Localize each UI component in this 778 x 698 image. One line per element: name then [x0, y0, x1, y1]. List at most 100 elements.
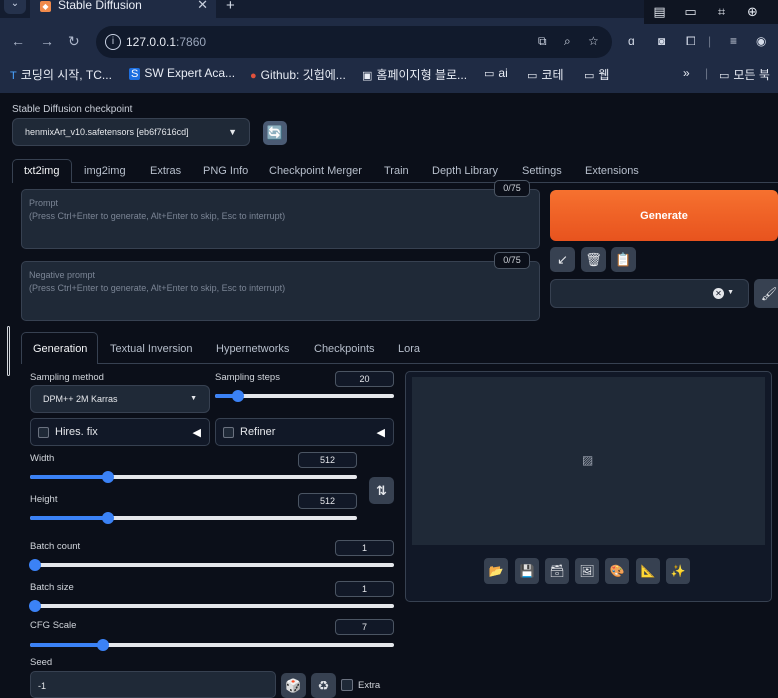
- site-info-icon[interactable]: i: [105, 34, 121, 50]
- width-input[interactable]: 512: [298, 452, 357, 468]
- bookmark-item[interactable]: ● Github: 깃헙에...: [250, 66, 346, 83]
- tab-textual-inversion[interactable]: Textual Inversion: [110, 343, 193, 355]
- negative-prompt-input[interactable]: Negative prompt (Press Ctrl+Enter to gen…: [21, 261, 540, 321]
- prompt-input[interactable]: Prompt (Press Ctrl+Enter to generate, Al…: [21, 189, 540, 249]
- tab-train[interactable]: Train: [384, 165, 409, 177]
- tab-search-button[interactable]: ⌄: [4, 0, 26, 14]
- sampling-steps-slider[interactable]: [215, 390, 394, 402]
- puzzle-icon[interactable]: ⧠: [686, 34, 696, 49]
- send-to-inpaint-button[interactable]: 🎨: [605, 558, 629, 584]
- zip-button[interactable]: 🗃: [545, 558, 569, 584]
- download-icon[interactable]: ⊕: [737, 0, 768, 24]
- height-slider[interactable]: [30, 512, 357, 524]
- tab-checkpoints[interactable]: Checkpoints: [314, 343, 375, 355]
- slider-handle[interactable]: [96, 639, 109, 651]
- back-icon[interactable]: ←: [11, 33, 25, 49]
- url-text[interactable]: 127.0.0.1:7860: [126, 35, 206, 49]
- sampling-method-dropdown[interactable]: DPM++ 2M Karras ▼: [30, 385, 210, 413]
- extension-icon[interactable]: ◙: [658, 34, 665, 48]
- close-tab-icon[interactable]: ✕: [197, 0, 208, 13]
- send-to-extras-button[interactable]: 📐: [636, 558, 660, 584]
- cfg-scale-input[interactable]: 7: [335, 619, 394, 635]
- forward-icon[interactable]: →: [40, 33, 54, 49]
- tab-txt2img[interactable]: txt2img: [24, 165, 59, 177]
- extra-label: Extra: [358, 680, 381, 691]
- tab-hypernetworks[interactable]: Hypernetworks: [216, 343, 289, 355]
- chat-icon[interactable]: ▤: [644, 0, 675, 24]
- profile-avatar-icon[interactable]: ◉: [756, 34, 766, 48]
- read-params-button[interactable]: ↙: [550, 247, 575, 272]
- chevron-down-icon: ▼: [190, 395, 197, 402]
- bookmark-item[interactable]: S SW Expert Aca...: [129, 66, 235, 80]
- zoom-icon[interactable]: ⌕: [564, 34, 571, 49]
- translate-icon[interactable]: ⧉: [538, 34, 547, 49]
- recycle-icon: ♻: [317, 677, 330, 693]
- tab-depth-library[interactable]: Depth Library: [432, 165, 498, 177]
- bookmark-star-icon[interactable]: ☆: [588, 34, 599, 48]
- chevron-down-icon: ▼: [228, 127, 237, 137]
- swap-dimensions-button[interactable]: ⇅: [369, 477, 394, 504]
- bookmark-folder[interactable]: ▭ 웹: [584, 66, 609, 83]
- screen-icon[interactable]: ▭: [675, 0, 706, 24]
- scrollbar[interactable]: [7, 326, 10, 376]
- tab-checkpoint-merger[interactable]: Checkpoint Merger: [269, 165, 362, 177]
- hires-fix-accordion[interactable]: Hires. fix ◀: [30, 418, 210, 446]
- tab-img2img[interactable]: img2img: [84, 165, 126, 177]
- refiner-accordion[interactable]: Refiner ◀: [215, 418, 394, 446]
- batch-size-input[interactable]: 1: [335, 581, 394, 597]
- edit-styles-button[interactable]: 🖌: [754, 279, 778, 308]
- checkpoint-dropdown[interactable]: henmixArt_v10.safetensors [eb6f7616cd] ▼: [12, 118, 250, 146]
- upscale-button[interactable]: ✨: [666, 558, 690, 584]
- bookmark-item[interactable]: ▣ 홈페이지형 블로...: [362, 66, 467, 83]
- bookmark-item[interactable]: T 코딩의 시작, TC...: [10, 66, 112, 83]
- extra-seed-checkbox[interactable]: [341, 679, 353, 691]
- tab-png-info[interactable]: PNG Info: [203, 165, 248, 177]
- reload-icon[interactable]: ↻: [68, 33, 80, 50]
- height-input[interactable]: 512: [298, 493, 357, 509]
- swap-icon: ⇅: [376, 482, 387, 498]
- paste-style-button[interactable]: 📋: [611, 247, 636, 272]
- tab-extensions[interactable]: Extensions: [585, 165, 639, 177]
- slider-handle[interactable]: [29, 600, 41, 612]
- output-image-area[interactable]: ▨: [412, 377, 765, 545]
- new-tab-button[interactable]: +: [226, 0, 235, 14]
- random-seed-button[interactable]: 🎲: [281, 673, 306, 698]
- send-to-img2img-button[interactable]: 🖼: [575, 558, 599, 584]
- negative-prompt-token-counter: 0/75: [494, 252, 530, 269]
- extension-icon[interactable]: ɑ: [628, 34, 635, 48]
- slider-handle[interactable]: [29, 559, 41, 571]
- seed-value: -1: [38, 681, 47, 691]
- hires-fix-checkbox[interactable]: [38, 427, 49, 438]
- save-button[interactable]: 💾: [515, 558, 539, 584]
- width-slider[interactable]: [30, 471, 357, 483]
- tab-extras[interactable]: Extras: [150, 165, 181, 177]
- batch-count-slider[interactable]: [29, 559, 394, 571]
- bookmark-folder[interactable]: ▭ 코테: [527, 66, 564, 83]
- bookmark-folder[interactable]: ▭ 모든 북: [719, 66, 770, 83]
- seed-input[interactable]: -1: [30, 671, 276, 698]
- clear-prompt-button[interactable]: 🗑: [581, 247, 606, 272]
- tab-lora[interactable]: Lora: [398, 343, 420, 355]
- browser-tab[interactable]: ◆ Stable Diffusion ✕: [30, 0, 216, 18]
- bookmarks-bar: T 코딩의 시작, TC... S SW Expert Aca... ● Github…: [0, 62, 778, 88]
- cfg-scale-slider[interactable]: [30, 639, 394, 651]
- bookmarks-overflow-button[interactable]: »: [683, 66, 690, 80]
- refiner-checkbox[interactable]: [223, 427, 234, 438]
- batch-count-input[interactable]: 1: [335, 540, 394, 556]
- reuse-seed-button[interactable]: ♻: [311, 673, 336, 698]
- tab-generation[interactable]: Generation: [33, 343, 87, 355]
- crop-icon[interactable]: ⌗: [706, 0, 737, 24]
- tab-settings[interactable]: Settings: [522, 165, 562, 177]
- clear-icon[interactable]: ✕: [713, 288, 724, 299]
- refresh-checkpoint-button[interactable]: 🔄: [263, 121, 287, 145]
- open-folder-button[interactable]: 📂: [484, 558, 508, 584]
- batch-size-slider[interactable]: [29, 600, 394, 612]
- playlist-icon[interactable]: ≡: [730, 34, 737, 48]
- bookmark-folder[interactable]: ▭ ai: [484, 66, 508, 80]
- address-bar[interactable]: i 127.0.0.1:7860 ⧉ ⌕ ☆: [96, 26, 612, 58]
- sampling-steps-input[interactable]: 20: [335, 371, 394, 387]
- styles-dropdown[interactable]: ✕ ▼: [550, 279, 749, 308]
- generate-button[interactable]: Generate: [550, 190, 778, 241]
- browser-chrome: ⌄ ◆ Stable Diffusion ✕ + ▤ ▭ ⌗ ⊕ ⚙ ← → ↻…: [0, 0, 778, 93]
- settings-icon[interactable]: ⚙: [768, 0, 778, 24]
